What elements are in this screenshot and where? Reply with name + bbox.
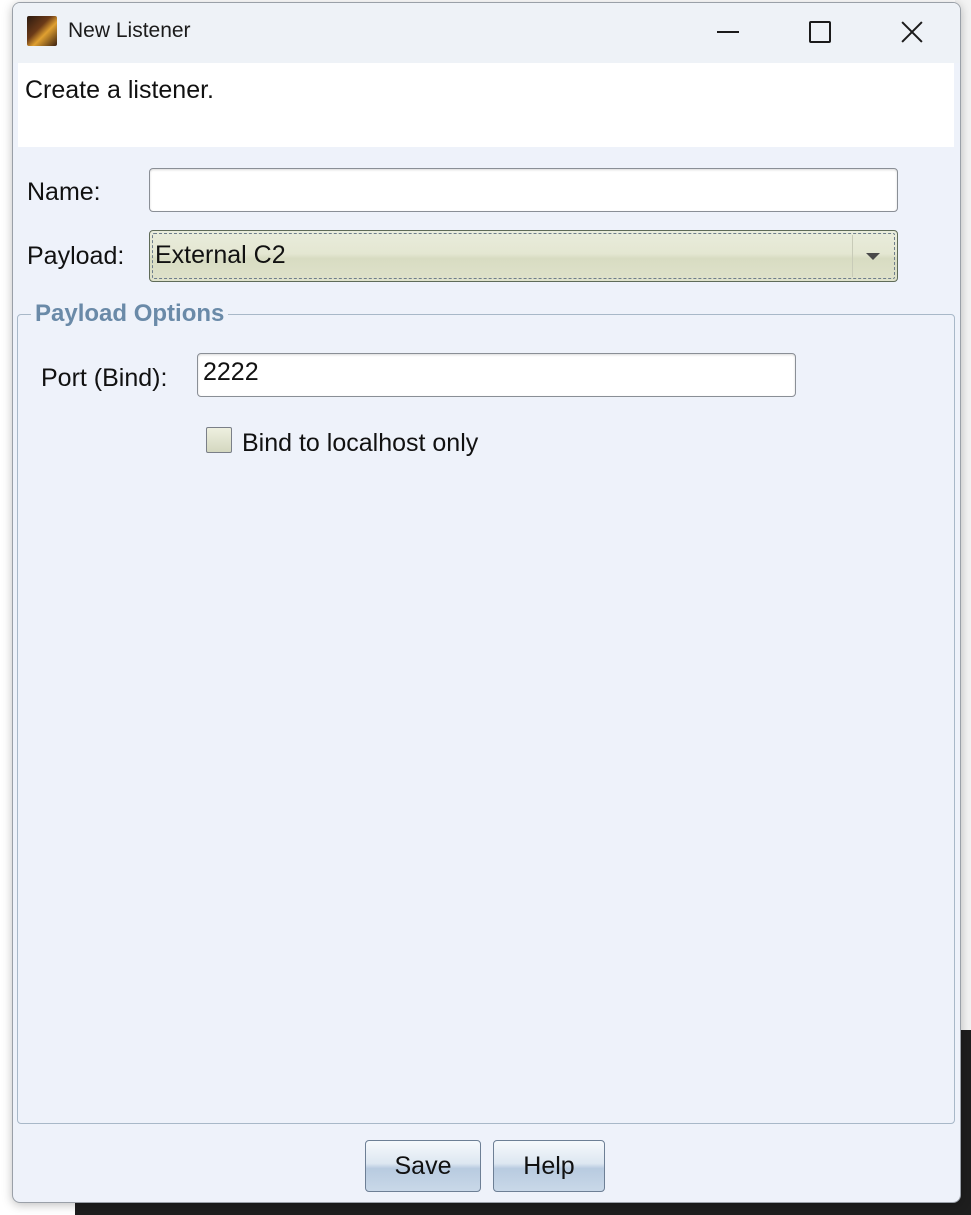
minimize-icon (717, 31, 739, 33)
title-bar[interactable]: New Listener (13, 3, 960, 63)
payload-selected-value: External C2 (155, 241, 286, 269)
name-label: Name: (27, 178, 101, 206)
app-icon (27, 16, 57, 46)
payload-label: Payload: (27, 242, 125, 270)
help-button[interactable]: Help (493, 1140, 605, 1192)
save-button[interactable]: Save (365, 1140, 481, 1192)
port-input[interactable]: 2222 (197, 353, 796, 397)
bind-localhost-label[interactable]: Bind to localhost only (242, 429, 478, 458)
description-panel: Create a listener. (18, 63, 954, 147)
payload-options-title: Payload Options (31, 300, 229, 328)
window-title: New Listener (68, 19, 191, 42)
maximize-icon (809, 21, 831, 43)
payload-dropdown-button[interactable] (852, 235, 893, 277)
new-listener-dialog: New Listener Create a listener. Name: Pa… (12, 2, 961, 1203)
close-icon (901, 21, 923, 43)
payload-select[interactable]: External C2 (149, 230, 898, 282)
bind-localhost-checkbox[interactable] (206, 427, 232, 453)
payload-options-group (17, 314, 955, 1124)
chevron-down-icon (866, 252, 880, 260)
port-label: Port (Bind): (41, 364, 168, 392)
name-input[interactable] (149, 168, 898, 212)
close-button[interactable] (889, 9, 935, 55)
description-text: Create a listener. (25, 76, 214, 104)
maximize-button[interactable] (797, 9, 843, 55)
minimize-button[interactable] (705, 9, 751, 55)
